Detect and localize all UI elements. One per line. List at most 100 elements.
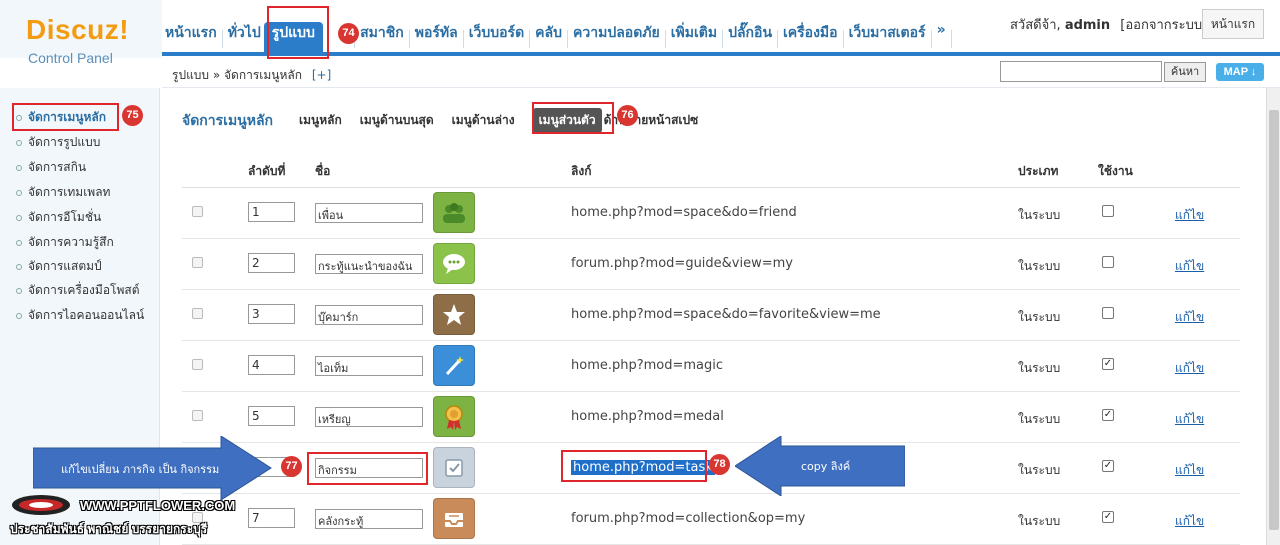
highlight-box-main-menu [12, 103, 119, 131]
tab-home[interactable]: หน้าแรก [162, 22, 220, 56]
sidebar-item-label: จัดการเครื่องมือโพสต์ [28, 283, 140, 297]
sidebar-item-templates[interactable]: จัดการเทมเพลท [16, 183, 110, 202]
order-input[interactable]: 2 [248, 253, 295, 273]
map-button[interactable]: MAP ↓ [1216, 63, 1264, 81]
bullet-icon [16, 189, 22, 196]
logo-text: Discuz! [26, 14, 130, 45]
tab-webmaster[interactable]: เว็บมาสเตอร์ [846, 22, 929, 56]
tab-club[interactable]: คลับ [532, 22, 565, 56]
breadcrumb-text[interactable]: รูปแบบ » จัดการเมนูหลัก [172, 68, 302, 82]
col-name: ชื่อ [315, 164, 331, 178]
subtab-bottom-menu[interactable]: เมนูด้านล่าง [452, 111, 515, 130]
row-select-checkbox[interactable] [192, 206, 203, 217]
tab-divider [664, 30, 666, 48]
watermark-tagline: ประชาสัมพันธ์ พาณิชย์ บรรยายกระบุรี [10, 522, 208, 536]
col-enabled: ใช้งาน [1098, 164, 1133, 178]
highlight-box-style-tab [267, 6, 329, 59]
row-select-checkbox[interactable] [192, 410, 203, 421]
scrollbar-thumb[interactable] [1269, 110, 1279, 530]
search-input[interactable] [1000, 61, 1162, 82]
table-row: 5 เหรียญ home.php?mod=medal ในระบบ ✓ แก้… [182, 392, 1240, 443]
name-input[interactable]: เหรียญ [315, 407, 423, 427]
medal-icon [433, 396, 475, 437]
sidebar-item-stamps[interactable]: จัดการแสตมป์ [16, 257, 102, 276]
magic-wand-icon [433, 345, 475, 386]
tab-security[interactable]: ความปลอดภัย [570, 22, 663, 56]
sidebar-item-styles[interactable]: จัดการรูปแบบ [16, 133, 100, 152]
order-input[interactable]: 7 [248, 508, 295, 528]
home-button[interactable]: หน้าแรก [1202, 9, 1264, 39]
table-row: 4 ไอเท็ม home.php?mod=magic ในระบบ ✓ แก้… [182, 341, 1240, 392]
name-input[interactable]: กระทู้แนะนำของฉัน [315, 254, 423, 274]
col-link: ลิงก์ [571, 164, 592, 178]
tab-tools[interactable]: เครื่องมือ [780, 22, 841, 56]
tab-divider [529, 30, 531, 48]
edit-link[interactable]: แก้ไข [1175, 206, 1204, 225]
subtab-top-menu[interactable]: เมนูด้านบนสุด [360, 111, 434, 130]
annotation-arrow-right: copy ลิงค์ [735, 436, 905, 496]
order-input[interactable]: 5 [248, 406, 295, 426]
tab-divider [408, 30, 410, 48]
friends-icon [433, 192, 475, 233]
sidebar-item-label: จัดการอีโมชั่น [28, 210, 102, 224]
order-input[interactable]: 4 [248, 355, 295, 375]
edit-link[interactable]: แก้ไข [1175, 257, 1204, 276]
tab-divider [930, 30, 932, 48]
search-button[interactable]: ค้นหา [1164, 62, 1206, 82]
user-info: สวัสดีจ้า, admin [ออกจากระบบ] [1010, 14, 1207, 35]
edit-link[interactable]: แก้ไข [1175, 410, 1204, 429]
name-input[interactable]: ไอเท็ม [315, 356, 423, 376]
type-value: ในระบบ [1018, 412, 1061, 426]
sidebar-item-feelings[interactable]: จัดการความรู้สึก [16, 233, 114, 252]
enabled-checkbox[interactable] [1102, 256, 1114, 268]
row-select-checkbox[interactable] [192, 359, 203, 370]
tab-members[interactable]: สมาชิก [357, 22, 407, 56]
tab-portal[interactable]: พอร์ทัล [412, 22, 461, 56]
sidebar-item-label: จัดการแสตมป์ [28, 259, 102, 273]
sidebar-item-skins[interactable]: จัดการสกิน [16, 158, 86, 177]
sidebar-item-emoticons[interactable]: จัดการอีโมชั่น [16, 208, 101, 227]
tab-forum[interactable]: เว็บบอร์ด [466, 22, 527, 56]
vertical-scrollbar[interactable] [1266, 88, 1280, 545]
table-row: 1 เพื่อน home.php?mod=space&do=friend ใน… [182, 188, 1240, 239]
col-order: ลำดับที่ [248, 164, 286, 178]
logo-subtitle: Control Panel [28, 50, 113, 66]
edit-link[interactable]: แก้ไข [1175, 461, 1204, 480]
name-input[interactable]: คลังกระทู้ [315, 509, 423, 529]
link-value: forum.php?mod=collection&op=my [571, 511, 806, 526]
step-badge: 74 [338, 23, 359, 44]
edit-link[interactable]: แก้ไข [1175, 359, 1204, 378]
name-input[interactable]: บุ๊คมาร์ก [315, 305, 423, 325]
sidebar-item-online-icons[interactable]: จัดการไอคอนออนไลน์ [16, 306, 144, 325]
discuz-logo[interactable]: Discuz! Control Panel [0, 0, 162, 66]
link-value: home.php?mod=magic [571, 358, 724, 373]
tab-plugins[interactable]: ปลั๊กอิน [725, 22, 775, 56]
row-select-checkbox[interactable] [192, 308, 203, 319]
tab-more[interactable]: » [934, 22, 949, 56]
subtab-main-menu[interactable]: เมนูหลัก [299, 111, 342, 130]
enabled-checkbox[interactable]: ✓ [1102, 409, 1114, 421]
tab-extended[interactable]: เพิ่มเติม [668, 22, 720, 56]
enabled-checkbox[interactable] [1102, 205, 1114, 217]
edit-link[interactable]: แก้ไข [1175, 512, 1204, 531]
highlight-box-name-field [307, 452, 428, 485]
bullet-icon [16, 312, 22, 319]
enabled-checkbox[interactable]: ✓ [1102, 511, 1114, 523]
type-value: ในระบบ [1018, 259, 1061, 273]
sidebar-item-post-tools[interactable]: จัดการเครื่องมือโพสต์ [16, 281, 140, 300]
enabled-checkbox[interactable]: ✓ [1102, 358, 1114, 370]
tab-general[interactable]: ทั่วไป [225, 22, 264, 56]
add-shortcut-link[interactable]: [+] [312, 68, 331, 82]
step-badge: 77 [281, 456, 302, 477]
order-input[interactable]: 1 [248, 202, 295, 222]
row-select-checkbox[interactable] [192, 257, 203, 268]
enabled-checkbox[interactable] [1102, 307, 1114, 319]
logout-link[interactable]: [ออกจากระบบ] [1120, 18, 1207, 33]
bullet-icon [16, 139, 22, 146]
enabled-checkbox[interactable]: ✓ [1102, 460, 1114, 472]
edit-link[interactable]: แก้ไข [1175, 308, 1204, 327]
name-input[interactable]: เพื่อน [315, 203, 423, 223]
annotation-text: แก้ไขเปลี่ยน ภารกิจ เป็น กิจกรรม [61, 463, 220, 476]
inbox-tray-icon [433, 498, 475, 539]
order-input[interactable]: 3 [248, 304, 295, 324]
